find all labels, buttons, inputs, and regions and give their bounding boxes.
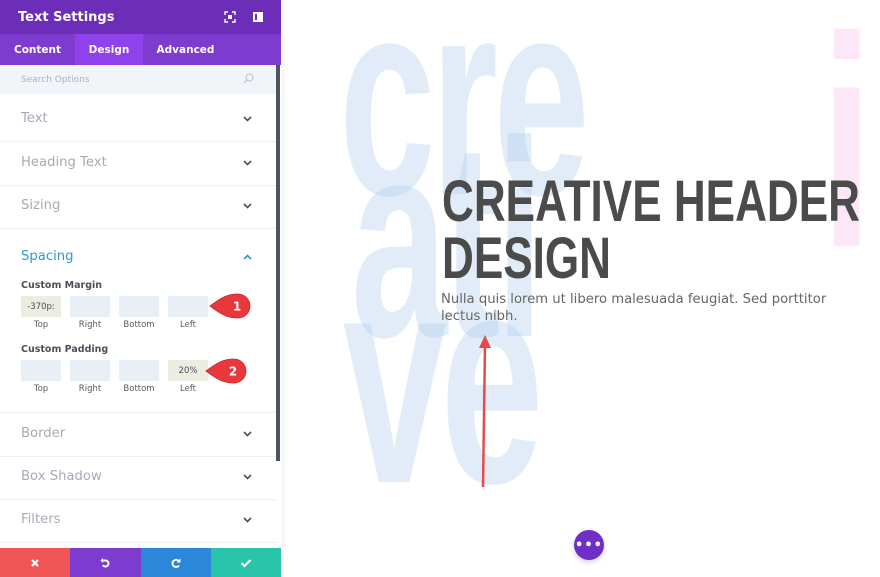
custom-padding-fields: Top Right Bottom 20% Left (21, 360, 208, 394)
panel-scrollbar[interactable] (276, 65, 280, 461)
callout-badge-2: 2 (205, 358, 247, 384)
chevron-down-icon (243, 116, 252, 122)
section-label: Border (21, 426, 66, 441)
tab-content[interactable]: Content (0, 34, 75, 65)
section-box-shadow[interactable]: Box Shadow (0, 457, 276, 500)
expand-icon[interactable] (224, 11, 236, 23)
panel-footer (0, 548, 281, 577)
chevron-down-icon (243, 517, 252, 523)
custom-margin-label: Custom Margin (21, 280, 103, 291)
chevron-down-icon (243, 160, 252, 166)
section-spacing: Spacing Custom Margin -370p: Top Right B… (0, 230, 276, 413)
search-placeholder: Search Options (21, 74, 90, 85)
section-label: Text (21, 111, 48, 126)
save-button[interactable] (210, 548, 281, 577)
callout-badge-1: 1 (209, 293, 251, 319)
margin-bottom-field: Bottom (119, 296, 159, 330)
callout-number: 1 (233, 300, 241, 314)
field-caption: Top (33, 320, 49, 330)
margin-right-input[interactable] (70, 296, 110, 317)
field-caption: Right (78, 384, 102, 394)
custom-margin-fields: -370p: Top Right Bottom Left (21, 296, 208, 330)
undo-icon (100, 557, 110, 567)
padding-left-input[interactable]: 20% (168, 360, 208, 381)
field-caption: Top (33, 384, 49, 394)
section-text[interactable]: Text (0, 99, 276, 142)
checkmark-icon (240, 558, 252, 568)
padding-right-input[interactable] (70, 360, 110, 381)
panel-title: Text Settings (18, 9, 115, 25)
margin-right-field: Right (70, 296, 110, 330)
section-label: Sizing (21, 198, 61, 213)
margin-left-input[interactable] (168, 296, 208, 317)
margin-top-input[interactable]: -370p: (21, 296, 61, 317)
section-label[interactable]: Spacing (21, 249, 73, 264)
more-options-button[interactable]: ••• (574, 530, 604, 560)
page-canvas: cre ati ve i CREATIVE HEADER DESIGN Null… (281, 0, 880, 577)
padding-top-input[interactable] (21, 360, 61, 381)
split-view-icon[interactable] (252, 11, 264, 23)
chevron-up-icon[interactable] (243, 254, 252, 260)
section-sizing[interactable]: Sizing (0, 186, 276, 229)
undo-button[interactable] (70, 548, 141, 577)
section-label: Filters (21, 512, 61, 527)
search-input[interactable]: Search Options (0, 65, 276, 94)
section-label: Heading Text (21, 155, 107, 170)
field-caption: Right (78, 320, 102, 330)
margin-top-field: -370p: Top (21, 296, 61, 330)
custom-padding-label: Custom Padding (21, 344, 109, 355)
field-caption: Bottom (123, 384, 155, 394)
redo-icon (171, 558, 181, 568)
padding-bottom-field: Bottom (119, 360, 159, 394)
chevron-down-icon (243, 203, 252, 209)
chevron-down-icon (243, 431, 252, 437)
settings-panel: Text Settings Content Design Advanced Se… (0, 0, 281, 577)
search-icon (243, 73, 254, 84)
section-heading-text[interactable]: Heading Text (0, 143, 276, 186)
section-border[interactable]: Border (0, 414, 276, 457)
ellipsis-icon: ••• (575, 537, 603, 553)
panel-header: Text Settings (0, 0, 281, 34)
tab-bar: Content Design Advanced (0, 34, 281, 65)
padding-top-field: Top (21, 360, 61, 394)
tab-advanced[interactable]: Advanced (143, 34, 228, 65)
section-label: Box Shadow (21, 469, 102, 484)
padding-right-field: Right (70, 360, 110, 394)
margin-left-field: Left (168, 296, 208, 330)
annotation-arrow (479, 335, 491, 488)
callout-number: 2 (229, 365, 237, 379)
chevron-down-icon (243, 474, 252, 480)
field-caption: Left (180, 384, 196, 394)
tab-design[interactable]: Design (75, 34, 143, 65)
section-filters[interactable]: Filters (0, 500, 276, 543)
redo-button[interactable] (140, 548, 211, 577)
cancel-button[interactable] (0, 548, 71, 577)
margin-bottom-input[interactable] (119, 296, 159, 317)
field-caption: Left (180, 320, 196, 330)
padding-bottom-input[interactable] (119, 360, 159, 381)
field-caption: Bottom (123, 320, 155, 330)
padding-left-field: 20% Left (168, 360, 208, 394)
close-icon (31, 558, 39, 567)
